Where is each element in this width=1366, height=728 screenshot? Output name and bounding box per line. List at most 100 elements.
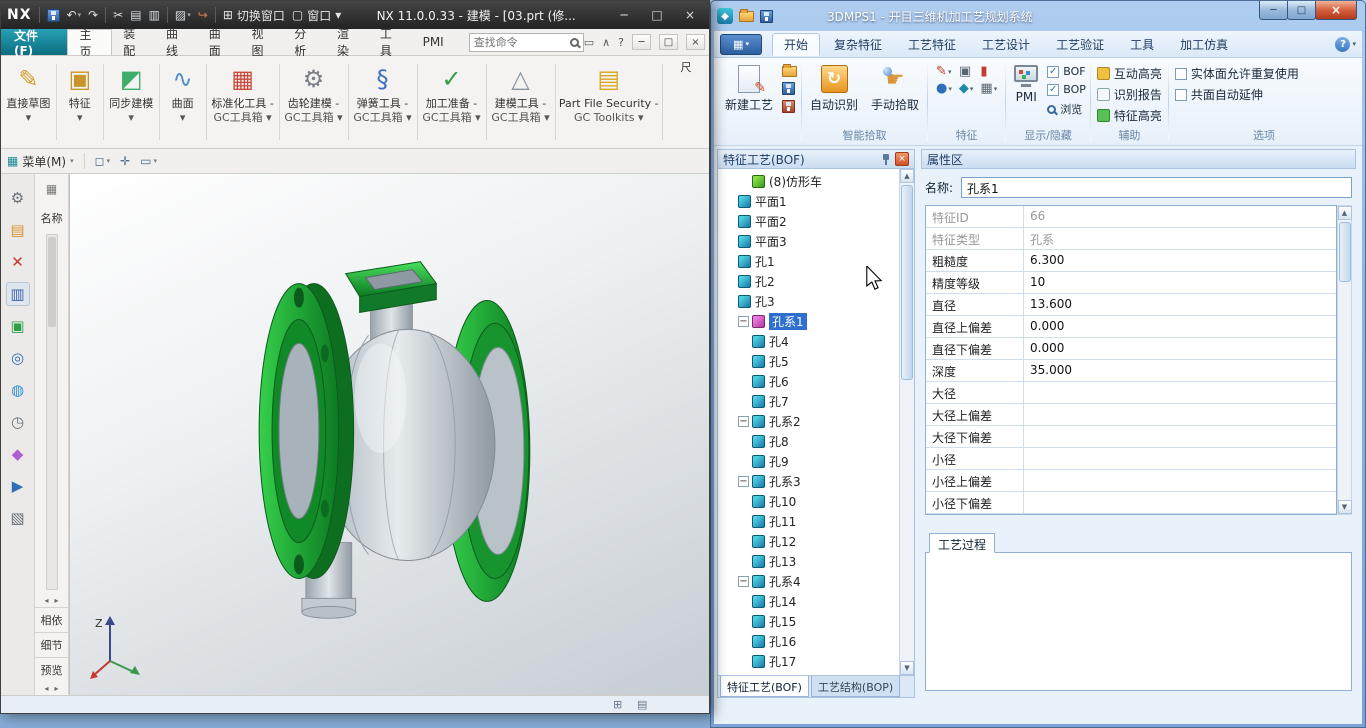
feature-highlight-button[interactable]: 特征高亮: [1097, 107, 1162, 124]
web-browser-icon[interactable]: ◍: [6, 378, 30, 402]
tree-expander-icon[interactable]: −: [738, 576, 749, 587]
cut-icon[interactable]: ✂: [113, 8, 123, 22]
tree-item[interactable]: −孔系4: [718, 571, 899, 591]
nx-tab-home[interactable]: 主页: [67, 29, 112, 55]
switch-window-button[interactable]: ⊞切换窗口: [223, 7, 285, 24]
new-process-button[interactable]: ✎ 新建工艺: [721, 63, 777, 115]
tree-scrollbar[interactable]: ▲ ▼: [899, 169, 914, 675]
tree-item[interactable]: 平面2: [718, 211, 899, 231]
navigator-name-header[interactable]: 名称: [41, 210, 63, 226]
mdi-restore-button[interactable]: □: [659, 34, 678, 50]
roles-icon[interactable]: ⚙: [6, 186, 30, 210]
save-file-icon[interactable]: [760, 10, 773, 23]
repeat-command-icon[interactable]: ↪: [198, 8, 208, 22]
reuse-library-icon[interactable]: ▣: [6, 314, 30, 338]
scrollbar-thumb[interactable]: [901, 185, 913, 380]
scrollbar-thumb[interactable]: [48, 237, 56, 327]
nx-ribbon-group-modeling-tools-gc[interactable]: △建模工具 -GC工具箱 ▾: [489, 56, 553, 148]
system-icon[interactable]: ▧: [6, 506, 30, 530]
bop-checkbox[interactable]: ✓BOP: [1047, 83, 1086, 96]
tree-item[interactable]: 孔7: [718, 391, 899, 411]
kmps-tab-machining-sim[interactable]: 加工仿真: [1168, 33, 1240, 56]
nx-tab-assemblies[interactable]: 装配: [112, 29, 155, 55]
tab-feature-bof[interactable]: 特征工艺(BOF): [720, 676, 809, 697]
nx-ribbon-group-direct-sketch[interactable]: ✎直接草图▾: [3, 56, 54, 148]
nx-ribbon-group-gear-modeling-gc[interactable]: ⚙齿轮建模 -GC工具箱 ▾: [282, 56, 346, 148]
pin-icon[interactable]: [881, 153, 891, 166]
open-process-icon[interactable]: [782, 66, 797, 77]
kmps-tab-process-design[interactable]: 工艺设计: [970, 33, 1042, 56]
collapse-left-icon[interactable]: ◂: [44, 596, 48, 605]
tree-item[interactable]: (8)仿形车: [718, 171, 899, 191]
format-painter-icon[interactable]: ▨▾: [175, 8, 191, 22]
merge-feature-icon[interactable]: ◆▾: [959, 82, 974, 95]
mdi-close-button[interactable]: ×: [686, 34, 705, 50]
allow-face-reuse-checkbox[interactable]: 实体面允许重复使用: [1175, 65, 1353, 82]
nx-ribbon-group-clipped[interactable]: 尺: [665, 56, 707, 148]
tab-structure-bop[interactable]: 工艺结构(BOP): [811, 676, 900, 697]
nx-tab-view[interactable]: 视图: [241, 29, 284, 55]
nx-ribbon-group-machining-prep-gc[interactable]: ✓加工准备 -GC工具箱 ▾: [420, 56, 484, 148]
browse-button[interactable]: 浏览: [1047, 101, 1086, 117]
property-value[interactable]: 6.300: [1024, 250, 1336, 271]
tree-item[interactable]: 孔11: [718, 511, 899, 531]
nx-ribbon-group-synchronous-modeling[interactable]: ◩同步建模▾: [106, 56, 157, 148]
view-capture-icon[interactable]: ▣: [959, 65, 974, 78]
coplanar-extend-checkbox[interactable]: 共面自动延伸: [1175, 86, 1353, 103]
property-value[interactable]: [1024, 426, 1336, 447]
recognition-report-button[interactable]: 识别报告: [1097, 86, 1162, 103]
scroll-up-icon[interactable]: ▲: [900, 169, 914, 183]
scroll-down-icon[interactable]: ▼: [1338, 500, 1352, 514]
tree-item[interactable]: 孔12: [718, 531, 899, 551]
kmps-tab-process-features[interactable]: 工艺特征: [896, 33, 968, 56]
pattern-feature-icon[interactable]: ▦▾: [980, 82, 997, 95]
tree-item[interactable]: 平面1: [718, 191, 899, 211]
edit-feature-icon[interactable]: ✎▾: [936, 65, 952, 78]
redo-icon[interactable]: ↷: [88, 8, 98, 22]
snap-point-icon[interactable]: ✛: [120, 154, 130, 168]
part-navigator-icon[interactable]: ▥: [6, 282, 30, 306]
tree-item[interactable]: −孔系3: [718, 471, 899, 491]
tree-item[interactable]: 孔4: [718, 331, 899, 351]
save-icon[interactable]: [47, 9, 60, 22]
property-value[interactable]: [1024, 492, 1336, 513]
save-process-icon[interactable]: [782, 82, 795, 95]
manual-pick-button[interactable]: ☛ 手动拾取: [867, 63, 923, 115]
expand-right-icon[interactable]: ▸: [55, 684, 59, 693]
tree-item[interactable]: −孔系2: [718, 411, 899, 431]
auto-recognize-button[interactable]: ↻ 自动识别: [806, 63, 862, 115]
kmps-tab-tools[interactable]: 工具: [1118, 33, 1166, 56]
close-panel-icon[interactable]: ×: [895, 152, 909, 166]
property-value[interactable]: [1024, 382, 1336, 403]
selection-filter-icon[interactable]: ◻▾: [95, 154, 110, 168]
kmps-app-menu-button[interactable]: ▦ ▾: [720, 34, 762, 55]
scroll-up-icon[interactable]: ▲: [1338, 206, 1352, 220]
scrollbar-thumb[interactable]: [1339, 222, 1351, 282]
nx-tab-tools[interactable]: 工具: [369, 29, 412, 55]
property-value[interactable]: 10: [1024, 272, 1336, 293]
tree-item[interactable]: 孔16: [718, 631, 899, 651]
restore-button[interactable]: □: [1287, 1, 1316, 20]
interactive-highlight-button[interactable]: 互动高亮: [1097, 65, 1162, 82]
property-value[interactable]: [1024, 404, 1336, 425]
help-icon[interactable]: ?: [618, 36, 624, 49]
tree-item[interactable]: 孔8: [718, 431, 899, 451]
file-menu-button[interactable]: 文件(F): [1, 29, 67, 55]
command-search[interactable]: [469, 33, 584, 52]
nx-ribbon-group-surface[interactable]: ∿曲面▾: [162, 56, 204, 148]
close-button[interactable]: ×: [677, 5, 703, 25]
bof-checkbox[interactable]: ✓BOF: [1047, 65, 1086, 78]
tree-item[interactable]: 孔3: [718, 291, 899, 311]
screen-icon[interactable]: ▭: [584, 36, 594, 49]
nx-tab-render[interactable]: 渲染: [326, 29, 369, 55]
tree-item[interactable]: 孔5: [718, 351, 899, 371]
copy-icon[interactable]: ▤: [130, 8, 141, 22]
property-value[interactable]: 13.600: [1024, 294, 1336, 315]
nx-ribbon-group-part-file-security[interactable]: ▤Part File Security -GC Toolkits ▾: [558, 56, 661, 148]
tree-item[interactable]: 孔9: [718, 451, 899, 471]
export-process-icon[interactable]: [782, 100, 795, 113]
constraint-navigator-icon[interactable]: ✕: [6, 250, 30, 274]
property-value[interactable]: 0.000: [1024, 338, 1336, 359]
tree-item[interactable]: 孔13: [718, 551, 899, 571]
nx-tab-pmi[interactable]: PMI: [412, 29, 455, 55]
